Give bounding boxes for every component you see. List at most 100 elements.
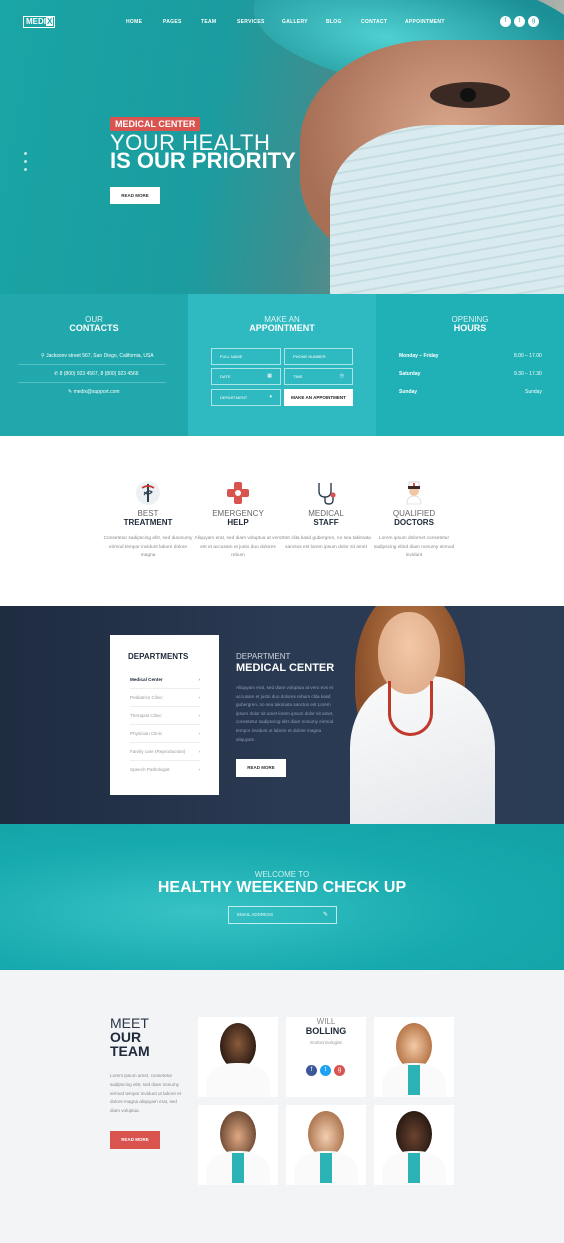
team-heading-thin: MEET	[110, 1015, 149, 1031]
team-member-scrubs	[408, 1065, 420, 1095]
email-line[interactable]: ✎ medix@support.com	[68, 389, 120, 395]
team-member-coat	[206, 1063, 270, 1097]
nav-blog[interactable]: BLOG	[326, 19, 342, 25]
nav-appointment[interactable]: APPOINTMENT	[405, 19, 445, 25]
email-text[interactable]: medix@support.com	[74, 389, 120, 395]
divider	[18, 364, 166, 365]
chevron-right-icon: ›	[198, 749, 200, 754]
google-plus-icon[interactable]: g	[334, 1065, 345, 1076]
medical-cross-icon	[225, 480, 251, 506]
chevron-down-icon: ▾	[269, 394, 272, 400]
make-appointment-button[interactable]: MAKE AN APPOINTMENT	[284, 389, 353, 406]
department-item[interactable]: Speech Pathologist ›	[130, 767, 200, 772]
phone-number-field[interactable]: PHONE NUMBER	[284, 348, 353, 365]
team-member-card[interactable]	[374, 1105, 454, 1185]
hours-day: Sunday	[399, 389, 418, 395]
chevron-right-icon: ›	[198, 713, 200, 718]
department-item[interactable]: Pediatrics Clinic ›	[130, 695, 200, 700]
hours-heading-thin: OPENING	[451, 315, 489, 324]
featured-first-name: WILL	[316, 1017, 336, 1026]
clock-icon[interactable]: ◷	[340, 369, 344, 384]
info-strip: OUR CONTACTS ⚲ Jacksonv street 567, San …	[0, 294, 564, 436]
time-field[interactable]: TIME ◷	[284, 368, 353, 385]
department-item-label: Therapist Clinic	[130, 713, 162, 718]
address-line: ⚲ Jacksonv street 567, San Diego, Califo…	[41, 353, 154, 359]
feature-emergency-help: EMERGENCY HELP Aliquyam erat, sed diam v…	[193, 480, 283, 561]
feature-title-thin: QUALIFIED	[392, 509, 436, 518]
slider-dot[interactable]	[24, 168, 27, 171]
nav-gallery[interactable]: GALLERY	[282, 19, 308, 25]
feature-title-bold: DOCTORS	[394, 518, 434, 527]
department-item[interactable]: Family care (Reproduction) ›	[130, 749, 200, 754]
department-item[interactable]: Physician Clinic ›	[130, 731, 200, 736]
department-item[interactable]: Therapist Clinic ›	[130, 713, 200, 718]
twitter-icon[interactable]: t	[320, 1065, 331, 1076]
caduceus-icon	[135, 480, 161, 506]
pencil-icon: ✎	[68, 389, 73, 395]
team-member-card[interactable]	[198, 1017, 278, 1097]
department-heading-thin: DEPARTMENT	[236, 652, 291, 661]
divider	[130, 742, 200, 743]
calendar-icon[interactable]: ▦	[267, 369, 272, 384]
department-select-label: DEPARTMENT	[220, 395, 248, 400]
team-description: Lorem ipsum amet, consetetur sadipscing …	[110, 1073, 181, 1114]
department-description: Aliquyam erat, sed diam voluptua at vero…	[236, 685, 334, 742]
address-text: Jacksonv street 567, San Diego, Californ…	[46, 353, 154, 359]
divider	[130, 724, 200, 725]
date-field[interactable]: DATE ▦	[211, 368, 281, 385]
feature-title-thin: MEDICAL	[308, 509, 344, 518]
chevron-right-icon: ›	[198, 731, 200, 736]
department-item-label: Physician Clinic	[130, 731, 163, 736]
team-read-more-button[interactable]: READ MORE	[110, 1131, 160, 1149]
nav-services[interactable]: SERVICES	[237, 19, 265, 25]
chevron-right-icon: ›	[198, 677, 200, 682]
department-read-more-button[interactable]: READ MORE	[236, 759, 286, 777]
slider-dot[interactable]	[24, 160, 27, 163]
team-heading-line: TEAM	[110, 1043, 150, 1059]
appointment-panel: MAKE AN APPOINTMENT	[188, 294, 376, 436]
stethoscope-icon	[313, 480, 339, 506]
slider-dot[interactable]	[24, 152, 27, 155]
team-member-scrubs	[320, 1153, 332, 1183]
department-select[interactable]: DEPARTMENT ▾	[211, 389, 281, 406]
chevron-right-icon: ›	[198, 695, 200, 700]
feature-text: Lorem ipsum dolornet consetetur sadipsci…	[373, 536, 455, 558]
divider	[130, 688, 200, 689]
contacts-heading: OUR CONTACTS	[0, 316, 188, 333]
checkup-heading-thin: WELCOME TO	[254, 870, 310, 879]
department-item[interactable]: Medical Center ›	[130, 677, 200, 682]
divider	[130, 760, 200, 761]
surgeon-eye	[430, 82, 510, 108]
checkup-heading-bold: HEALTHY WEEKEND CHECK UP	[157, 879, 407, 896]
department-item-label: Family care (Reproduction)	[130, 749, 186, 754]
team-heading-line: OUR	[110, 1029, 142, 1045]
facebook-icon[interactable]: f	[500, 16, 511, 27]
team-member-card[interactable]	[198, 1105, 278, 1185]
hero-read-more-button[interactable]: READ MORE	[110, 187, 160, 204]
full-name-field[interactable]: FULL NAME	[211, 348, 281, 365]
hours-heading: OPENING HOURS	[376, 316, 564, 333]
chevron-right-icon: ›	[198, 767, 200, 772]
hours-day: Saturday	[399, 371, 421, 377]
pencil-icon[interactable]: ✎	[323, 907, 328, 923]
nav-contact[interactable]: CONTACT	[361, 19, 387, 25]
feature-text: Consetetur sadipscing elitr, sed diaonum…	[103, 536, 193, 558]
hero-section: MEDIX HOME PAGES TEAM SERVICES GALLERY B…	[0, 0, 564, 294]
site-logo[interactable]: MEDIX	[23, 16, 55, 28]
nav-team[interactable]: TEAM	[201, 19, 216, 25]
feature-title-bold: STAFF	[313, 518, 339, 527]
featured-last-name: BOLLING	[305, 1026, 347, 1036]
checkup-email-input[interactable]: EMAIL ADDRESS ✎	[228, 906, 337, 924]
team-member-card[interactable]	[374, 1017, 454, 1097]
team-member-card[interactable]	[286, 1105, 366, 1185]
featured-role: Endocrinologist	[310, 1040, 342, 1045]
logo-text: MEDI	[26, 17, 46, 26]
appointment-heading-bold: APPOINTMENT	[249, 323, 315, 333]
surgical-mask	[330, 125, 564, 294]
facebook-icon[interactable]: f	[306, 1065, 317, 1076]
google-plus-icon[interactable]: g	[528, 16, 539, 27]
hours-time: Sunday	[525, 389, 542, 395]
nav-pages[interactable]: PAGES	[163, 19, 182, 25]
nav-home[interactable]: HOME	[126, 19, 142, 25]
twitter-icon[interactable]: t	[514, 16, 525, 27]
